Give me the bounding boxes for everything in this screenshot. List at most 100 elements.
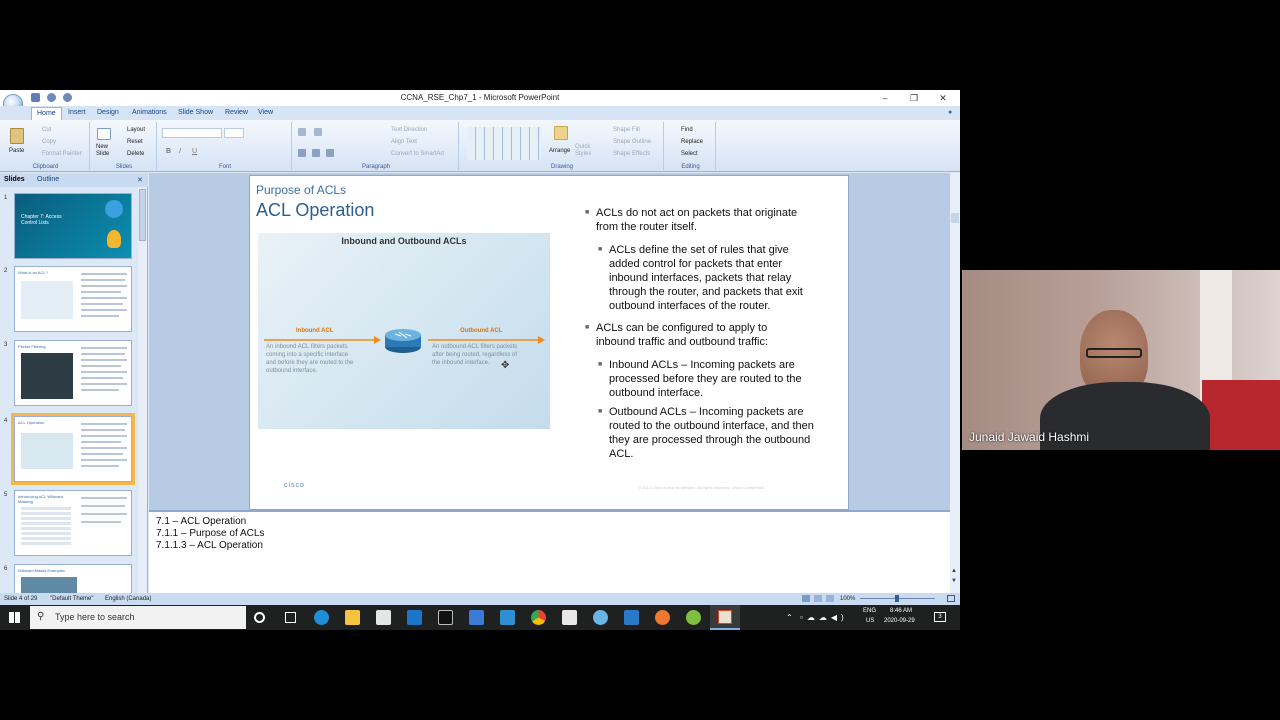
slide-thumbnail-1[interactable]: Chapter 7: Access Control Lists <box>14 193 132 259</box>
terminal-icon[interactable] <box>438 610 453 625</box>
copy-button[interactable]: Copy <box>42 139 56 145</box>
cortana-icon[interactable] <box>254 612 265 623</box>
shape-effects-button[interactable]: Shape Effects <box>613 151 650 157</box>
shape-fill-button[interactable]: Shape Fill <box>613 127 640 133</box>
windows-start-icon[interactable] <box>9 612 20 623</box>
taskbar-search[interactable]: ⚲ Type here to search <box>30 606 246 629</box>
app-icon[interactable] <box>407 610 422 625</box>
slide-thumbnail-4[interactable]: ACL Operation <box>11 413 135 485</box>
powerpoint-taskbar-button[interactable] <box>710 605 740 630</box>
layout-button[interactable]: Layout <box>127 127 145 133</box>
tab-review[interactable]: Review <box>225 109 248 116</box>
tray-icons[interactable]: ▫☁☁◀) <box>800 613 848 622</box>
slide-thumbnail-5[interactable]: Introducing ACL Wildcard Masking <box>14 490 132 556</box>
select-button[interactable]: Select <box>681 151 698 157</box>
slide-sorter-icon[interactable] <box>814 595 822 602</box>
edge-icon[interactable] <box>314 610 329 625</box>
bullet-level-1[interactable]: ■ ACLs do not act on packets that origina… <box>585 206 797 234</box>
app-icon[interactable] <box>500 610 515 625</box>
zoom-slider-thumb[interactable] <box>895 595 899 602</box>
windows-taskbar: ⚲ Type here to search ⌃ ▫☁☁◀) ENG US 8:4… <box>0 605 960 630</box>
input-language[interactable]: ENG <box>863 608 876 614</box>
language-status[interactable]: English (Canada) <box>105 596 151 602</box>
mail-icon[interactable] <box>624 610 639 625</box>
convert-smartart-button[interactable]: Convert to SmartArt <box>391 151 444 157</box>
app-icon[interactable] <box>593 610 608 625</box>
paste-icon[interactable] <box>10 128 24 144</box>
arrange-button[interactable]: Arrange <box>549 148 570 154</box>
slide-subtitle[interactable]: Purpose of ACLs <box>256 183 346 197</box>
quick-styles-button[interactable]: Quick Styles <box>575 144 597 158</box>
slide-title[interactable]: ACL Operation <box>256 200 374 221</box>
firefox-icon[interactable] <box>655 610 670 625</box>
calculator-icon[interactable] <box>469 610 484 625</box>
tab-insert[interactable]: Insert <box>68 109 86 116</box>
numbering-icon[interactable] <box>314 128 322 136</box>
tab-animations[interactable]: Animations <box>132 109 167 116</box>
cut-button[interactable]: Cut <box>42 127 51 133</box>
help-icon[interactable]: ● <box>948 109 952 116</box>
tab-home[interactable]: Home <box>31 107 62 120</box>
minimize-button[interactable]: – <box>875 91 895 105</box>
clock-time[interactable]: 8:46 AM <box>890 608 912 614</box>
acl-diagram[interactable]: Inbound and Outbound ACLs Inbound ACL An <box>258 233 550 429</box>
chrome-icon[interactable] <box>531 610 546 625</box>
bullet-level-2[interactable]: ■ ACLs define the set of rules that give a… <box>598 243 803 313</box>
delete-button[interactable]: Delete <box>127 151 144 157</box>
paste-button[interactable]: Paste <box>9 148 24 154</box>
text-direction-button[interactable]: Text Direction <box>391 127 427 133</box>
prev-slide-icon[interactable]: ▲ <box>951 568 957 574</box>
store-icon[interactable] <box>376 610 391 625</box>
scroll-thumb[interactable] <box>951 213 959 223</box>
new-slide-button[interactable]: New Slide <box>96 144 114 158</box>
slide-thumbnail-2[interactable]: What is an ACL? <box>14 266 132 332</box>
tab-view[interactable]: View <box>258 109 273 116</box>
panel-scrollbar[interactable] <box>138 187 147 597</box>
new-slide-icon[interactable] <box>97 128 111 140</box>
zoom-level[interactable]: 100% <box>840 596 855 602</box>
document-icon[interactable] <box>562 610 577 625</box>
maximize-button[interactable]: ❐ <box>904 91 924 105</box>
tab-design[interactable]: Design <box>97 109 119 116</box>
arrange-icon[interactable] <box>554 126 568 140</box>
font-name-select[interactable] <box>162 128 222 138</box>
shape-outline-button[interactable]: Shape Outline <box>613 139 651 145</box>
replace-button[interactable]: Replace <box>681 139 703 145</box>
align-center-icon[interactable] <box>312 149 320 157</box>
tab-slide-show[interactable]: Slide Show <box>178 109 213 116</box>
panel-close-icon[interactable]: ✕ <box>137 176 143 184</box>
reset-button[interactable]: Reset <box>127 139 143 145</box>
find-button[interactable]: Find <box>681 127 693 133</box>
italic-icon[interactable]: I <box>179 148 181 155</box>
tab-slides[interactable]: Slides <box>4 176 25 183</box>
tray-chevron-icon[interactable]: ⌃ <box>786 613 793 622</box>
underline-icon[interactable]: U <box>192 148 197 155</box>
slide-canvas[interactable]: Purpose of ACLs ACL Operation Inbound an… <box>249 175 849 510</box>
bullets-icon[interactable] <box>298 128 306 136</box>
slide-thumbnail-3[interactable]: Packet Filtering <box>14 340 132 406</box>
notification-icon[interactable]: 3 <box>934 612 946 622</box>
align-right-icon[interactable] <box>326 149 334 157</box>
fit-window-icon[interactable] <box>947 595 955 602</box>
slide-show-icon[interactable] <box>826 595 834 602</box>
file-explorer-icon[interactable] <box>345 610 360 625</box>
format-painter-button[interactable]: Format Painter <box>42 151 82 157</box>
align-text-button[interactable]: Align Text <box>391 139 417 145</box>
task-view-icon[interactable] <box>285 612 296 623</box>
scroll-thumb[interactable] <box>139 189 146 241</box>
tab-outline[interactable]: Outline <box>37 176 59 183</box>
bold-icon[interactable]: B <box>166 148 171 155</box>
bullet-level-2[interactable]: ■ Inbound ACLs – Incoming packets are proc… <box>598 358 802 400</box>
bullet-level-1[interactable]: ■ ACLs can be configured to apply to inbou… <box>585 321 769 349</box>
notes-pane[interactable]: 7.1 – ACL Operation 7.1.1 – Purpose of A… <box>149 510 950 593</box>
close-button[interactable]: ✕ <box>933 91 953 105</box>
align-left-icon[interactable] <box>298 149 306 157</box>
bullet-level-2[interactable]: ■ Outbound ACLs – Incoming packets are rou… <box>598 405 814 461</box>
shapes-gallery[interactable] <box>467 127 541 160</box>
bullet-text-line: inbound traffic and outbound traffic: <box>596 336 769 348</box>
next-slide-icon[interactable]: ▼ <box>951 578 957 584</box>
app-icon[interactable] <box>686 610 701 625</box>
normal-view-icon[interactable] <box>802 595 810 602</box>
slide-scrollbar[interactable]: ▲ ▼ <box>950 173 960 598</box>
font-size-select[interactable] <box>224 128 244 138</box>
